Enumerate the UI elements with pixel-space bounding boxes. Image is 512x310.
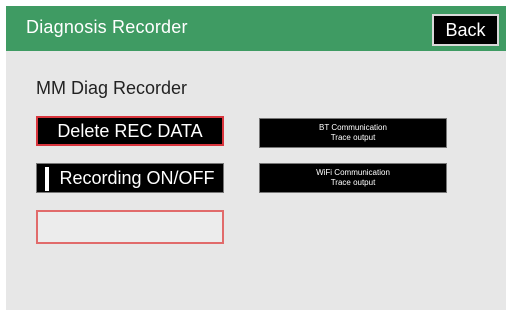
delete-rec-data-button[interactable]: Delete REC DATA	[36, 116, 224, 146]
wifi-communication-label: WiFi Communication	[316, 168, 390, 177]
recording-toggle-label: Recording ON/OFF	[59, 167, 215, 188]
section-title: MM Diag Recorder	[36, 78, 188, 98]
delete-rec-data-label: Delete REC DATA	[57, 120, 203, 141]
recording-indicator-bar	[45, 167, 49, 191]
header-bar: Diagnosis Recorder Back	[6, 6, 506, 51]
bt-trace-output-label: Trace output	[330, 133, 376, 142]
wifi-communication-trace-button[interactable]: WiFi Communication Trace output	[259, 163, 447, 193]
recording-toggle-button[interactable]: Recording ON/OFF	[36, 163, 224, 193]
bt-communication-label: BT Communication	[319, 123, 387, 132]
bt-communication-trace-button[interactable]: BT Communication Trace output	[259, 118, 447, 148]
wifi-trace-output-label: Trace output	[330, 178, 376, 187]
diagnosis-recorder-screen: Diagnosis Recorder Back MM Diag Recorder…	[6, 6, 506, 310]
page-title: Diagnosis Recorder	[26, 17, 188, 37]
empty-button[interactable]	[36, 210, 224, 244]
back-button[interactable]: Back	[432, 14, 499, 46]
